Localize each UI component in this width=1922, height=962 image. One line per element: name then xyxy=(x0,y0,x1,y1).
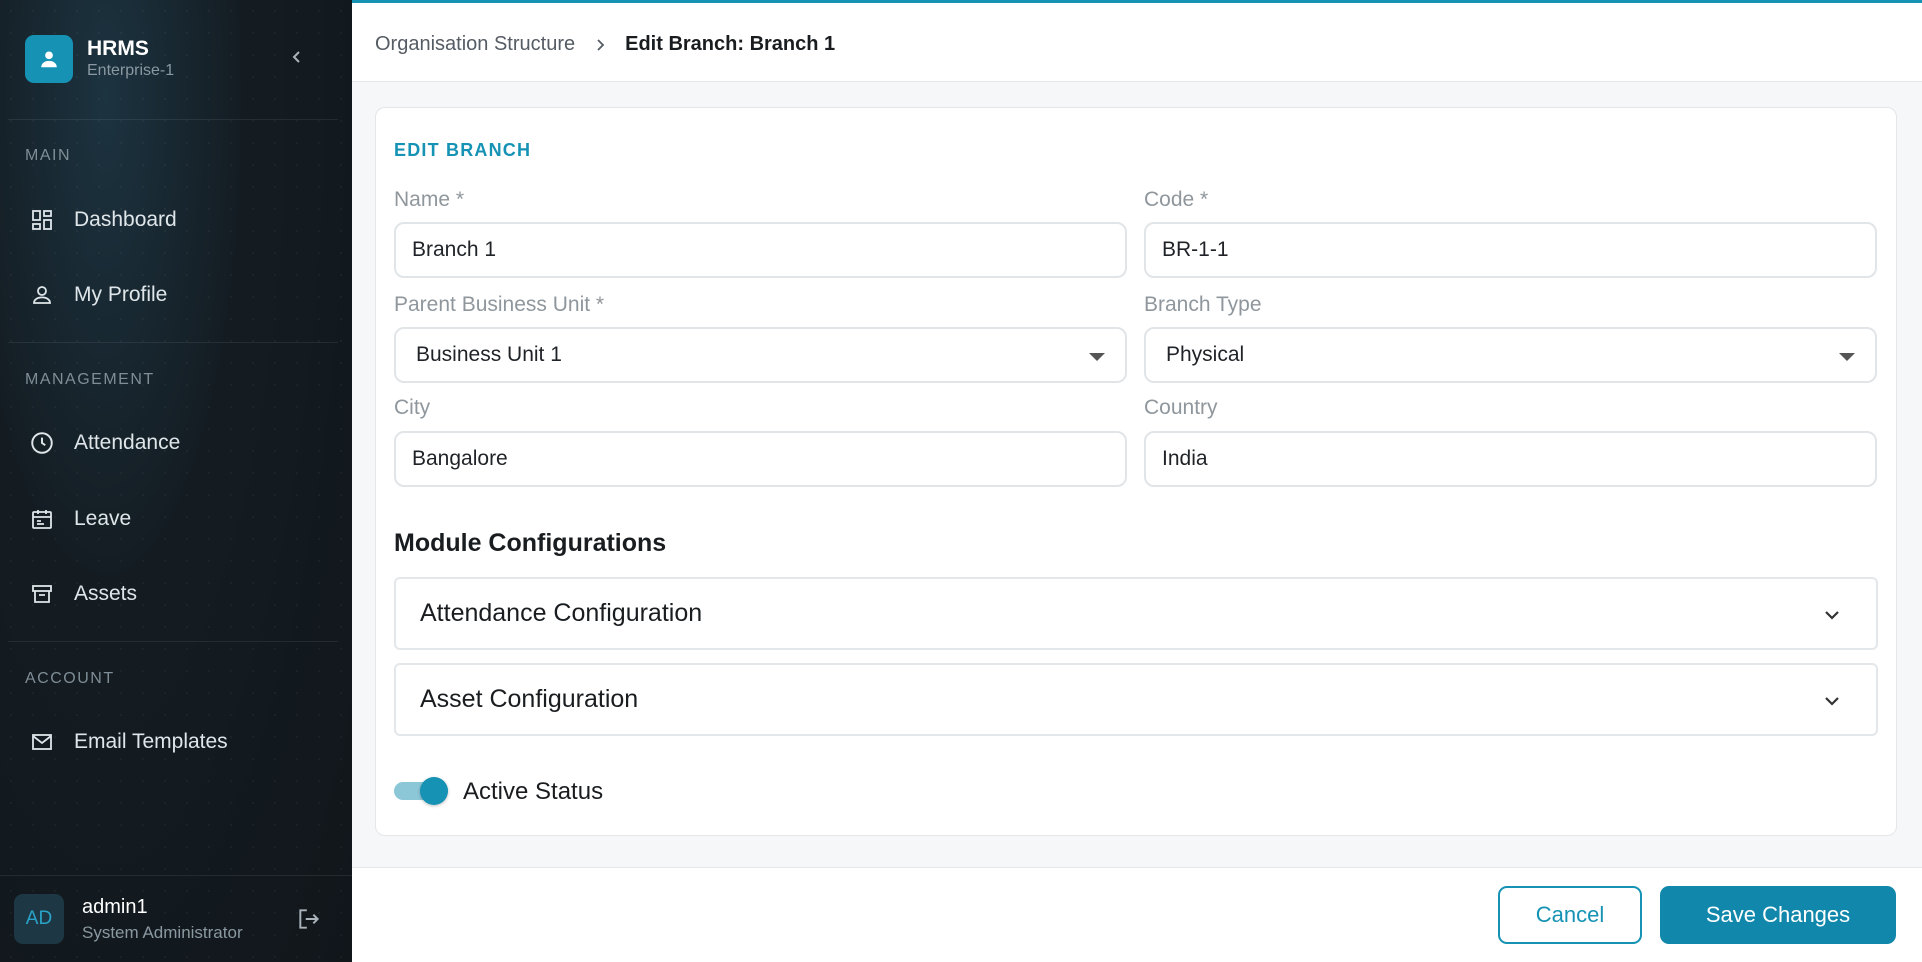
brand-subtitle: Enterprise-1 xyxy=(87,62,175,79)
dropdown-caret-icon xyxy=(1839,353,1855,361)
brand-logo-icon xyxy=(25,35,73,83)
brand-title: HRMS xyxy=(87,37,149,60)
form-footer: Cancel Save Changes xyxy=(352,867,1922,962)
sidebar-item-label: Dashboard xyxy=(74,208,177,231)
code-field[interactable]: BR-1-1 xyxy=(1144,222,1877,278)
parent-business-unit-label: Parent Business Unit * xyxy=(394,293,605,316)
sidebar: HRMS Enterprise-1 MAIN Dashboard My Prof… xyxy=(0,0,352,962)
sidebar-item-attendance[interactable]: Attendance xyxy=(8,415,338,471)
module-configurations-heading: Module Configurations xyxy=(394,529,667,557)
sidebar-item-label: Email Templates xyxy=(74,730,228,753)
sidebar-item-dashboard[interactable]: Dashboard xyxy=(8,192,338,248)
breadcrumb: Organisation Structure Edit Branch: Bran… xyxy=(375,33,835,56)
calendar-icon xyxy=(28,505,56,533)
avatar[interactable]: AD xyxy=(14,894,64,944)
accordion-label: Asset Configuration xyxy=(420,685,639,713)
chevron-down-icon xyxy=(1825,611,1839,620)
branch-type-select[interactable]: Physical xyxy=(1144,327,1877,383)
brand[interactable]: HRMS Enterprise-1 xyxy=(25,35,174,83)
parent-business-unit-select[interactable]: Business Unit 1 xyxy=(394,327,1127,383)
code-label: Code * xyxy=(1144,188,1209,211)
city-label: City xyxy=(394,396,431,419)
mail-icon xyxy=(28,728,56,756)
cancel-button[interactable]: Cancel xyxy=(1498,886,1642,944)
collapse-sidebar-button[interactable] xyxy=(285,45,309,69)
sidebar-item-assets[interactable]: Assets xyxy=(8,566,338,622)
divider xyxy=(8,641,338,642)
breadcrumb-link[interactable]: Organisation Structure xyxy=(375,33,575,56)
edit-branch-card: EDIT BRANCH Name * Branch 1 Code * BR-1-… xyxy=(375,107,1897,836)
chevron-right-icon xyxy=(593,38,607,52)
chevron-down-icon xyxy=(1825,697,1839,706)
country-label: Country xyxy=(1144,396,1218,419)
toggle-thumb xyxy=(420,777,448,805)
user-role: System Administrator xyxy=(82,923,243,942)
logout-button[interactable] xyxy=(296,906,324,934)
country-field[interactable]: India xyxy=(1144,431,1877,487)
asset-configuration-accordion[interactable]: Asset Configuration xyxy=(394,663,1878,736)
chevron-left-icon xyxy=(292,51,300,63)
dashboard-icon xyxy=(28,206,56,234)
divider xyxy=(8,342,338,343)
sidebar-item-email-templates[interactable]: Email Templates xyxy=(8,714,338,770)
parent-business-unit-value: Business Unit 1 xyxy=(416,343,562,366)
sidebar-item-label: Attendance xyxy=(74,431,181,454)
active-status-label: Active Status xyxy=(463,778,604,805)
sidebar-item-label: My Profile xyxy=(74,283,168,306)
breadcrumb-current: Edit Branch: Branch 1 xyxy=(625,33,836,55)
save-changes-button[interactable]: Save Changes xyxy=(1660,886,1896,944)
name-label: Name * xyxy=(394,188,465,211)
card-title: EDIT BRANCH xyxy=(394,140,532,160)
user-block: AD admin1 System Administrator xyxy=(0,875,352,962)
attendance-configuration-accordion[interactable]: Attendance Configuration xyxy=(394,577,1878,650)
section-label-main: MAIN xyxy=(25,147,71,164)
sidebar-item-my-profile[interactable]: My Profile xyxy=(8,267,338,323)
accordion-label: Attendance Configuration xyxy=(420,599,703,627)
divider xyxy=(8,119,338,120)
user-name: admin1 xyxy=(82,896,148,918)
sidebar-item-label: Assets xyxy=(74,582,138,605)
branch-type-value: Physical xyxy=(1166,343,1245,366)
archive-icon xyxy=(28,580,56,608)
topbar: Organisation Structure Edit Branch: Bran… xyxy=(352,0,1922,82)
logout-icon xyxy=(299,909,320,929)
branch-type-label: Branch Type xyxy=(1144,293,1262,316)
active-status-toggle[interactable] xyxy=(394,775,450,807)
name-field[interactable]: Branch 1 xyxy=(394,222,1127,278)
clock-icon xyxy=(28,429,56,457)
dropdown-caret-icon xyxy=(1089,353,1105,361)
person-icon xyxy=(28,281,56,309)
section-label-account: ACCOUNT xyxy=(25,670,115,687)
sidebar-item-leave[interactable]: Leave xyxy=(8,491,338,547)
sidebar-item-label: Leave xyxy=(74,507,132,530)
city-field[interactable]: Bangalore xyxy=(394,431,1127,487)
section-label-management: MANAGEMENT xyxy=(25,371,155,388)
